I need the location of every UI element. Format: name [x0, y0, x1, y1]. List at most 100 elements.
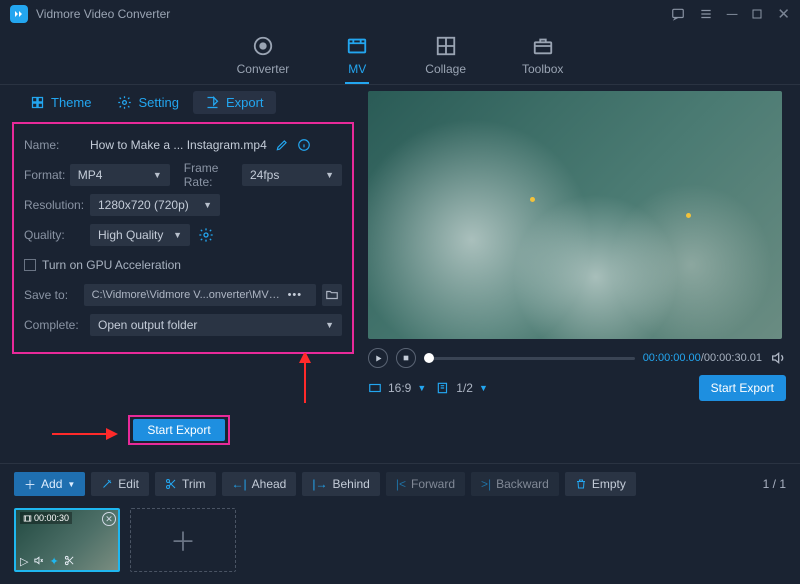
- minimize-icon[interactable]: ─: [727, 6, 738, 23]
- gpu-label: Turn on GPU Acceleration: [42, 258, 181, 272]
- plus-icon: ＋: [24, 476, 36, 493]
- annotation-arrow-icon: [295, 353, 315, 407]
- name-label: Name:: [24, 138, 90, 152]
- seek-bar[interactable]: [424, 357, 635, 360]
- tab-label: MV: [348, 62, 366, 76]
- theme-icon: [30, 95, 45, 110]
- btn-label: Edit: [118, 477, 139, 491]
- path-value: C:\Vidmore\Vidmore V...onverter\MV Expor…: [92, 289, 282, 301]
- stop-button[interactable]: [396, 348, 416, 368]
- close-icon[interactable]: ✕: [777, 5, 790, 23]
- tab-collage[interactable]: Collage: [425, 34, 466, 84]
- add-clip-button[interactable]: ＋: [130, 508, 236, 572]
- name-value: How to Make a ... Instagram.mp4: [90, 138, 267, 152]
- chevron-down-icon: ▼: [203, 200, 212, 210]
- btn-label: Empty: [592, 477, 626, 491]
- backward-button[interactable]: >| Backward: [471, 472, 559, 496]
- clip-toolbar: ＋ Add ▼ Edit Trim ←| Ahead |→ Behind |< …: [0, 463, 800, 504]
- complete-label: Complete:: [24, 318, 90, 332]
- app-title: Vidmore Video Converter: [36, 7, 671, 21]
- gear-icon: [117, 95, 132, 110]
- browse-icon[interactable]: •••: [282, 289, 309, 301]
- pencil-icon[interactable]: [275, 138, 289, 152]
- tab-mv[interactable]: MV: [345, 34, 369, 84]
- start-export-highlight: Start Export: [128, 415, 230, 445]
- toolbox-icon: [531, 34, 555, 58]
- btn-label: Backward: [496, 477, 549, 491]
- chevron-down-icon: ▼: [153, 170, 162, 180]
- subtab-label: Setting: [138, 95, 178, 110]
- marker-icon: [686, 213, 691, 218]
- menu-icon[interactable]: [699, 7, 713, 21]
- empty-button[interactable]: Empty: [565, 472, 636, 496]
- select-value: 24fps: [250, 168, 279, 182]
- quality-label: Quality:: [24, 228, 90, 242]
- select-value: MP4: [78, 168, 103, 182]
- resolution-label: Resolution:: [24, 198, 90, 212]
- forward-icon: |<: [396, 477, 406, 491]
- chevron-down-icon: ▼: [325, 170, 334, 180]
- trim-button[interactable]: Trim: [155, 472, 216, 496]
- clip-thumbnail[interactable]: 00:00:30 ✕ ▷ ✦: [14, 508, 120, 572]
- info-icon[interactable]: [297, 138, 311, 152]
- complete-select[interactable]: Open output folder ▼: [90, 314, 342, 336]
- star-icon[interactable]: ✦: [49, 555, 58, 568]
- open-folder-button[interactable]: [322, 284, 342, 306]
- behind-icon: |→: [312, 477, 327, 491]
- chevron-down-icon: ▼: [479, 383, 488, 393]
- plus-icon: ＋: [170, 522, 196, 559]
- maximize-icon[interactable]: [751, 8, 763, 20]
- collage-icon: [434, 34, 458, 58]
- volume-icon[interactable]: [770, 350, 786, 366]
- saveto-path[interactable]: C:\Vidmore\Vidmore V...onverter\MV Expor…: [84, 284, 317, 306]
- tab-label: Collage: [425, 62, 466, 76]
- scissors-icon: [165, 478, 177, 490]
- mute-icon[interactable]: [33, 555, 44, 568]
- export-icon: [205, 95, 220, 110]
- btn-label: Add: [41, 477, 62, 491]
- tab-toolbox[interactable]: Toolbox: [522, 34, 563, 84]
- chevron-down-icon: ▼: [173, 230, 182, 240]
- aspect-select[interactable]: 16:9 ▼: [368, 381, 426, 395]
- behind-button[interactable]: |→ Behind: [302, 472, 380, 496]
- video-preview[interactable]: [368, 91, 782, 339]
- gpu-checkbox[interactable]: Turn on GPU Acceleration: [24, 252, 342, 278]
- play-button[interactable]: [368, 348, 388, 368]
- remove-clip-button[interactable]: ✕: [102, 512, 116, 526]
- format-select[interactable]: MP4 ▼: [70, 164, 170, 186]
- gear-icon[interactable]: [198, 227, 214, 243]
- format-label: Format:: [24, 168, 70, 182]
- scissors-icon[interactable]: [64, 555, 75, 568]
- resolution-select[interactable]: 1280x720 (720p) ▼: [90, 194, 220, 216]
- btn-label: Ahead: [252, 477, 287, 491]
- saveto-label: Save to:: [24, 288, 84, 302]
- chevron-down-icon: ▼: [67, 480, 75, 489]
- subtab-label: Export: [226, 95, 264, 110]
- btn-label: Forward: [411, 477, 455, 491]
- forward-button[interactable]: |< Forward: [386, 472, 465, 496]
- seek-knob[interactable]: [424, 353, 434, 363]
- subtab-theme[interactable]: Theme: [18, 91, 103, 114]
- ahead-button[interactable]: ←| Ahead: [222, 472, 297, 496]
- export-panel: Name: How to Make a ... Instagram.mp4 Fo…: [12, 122, 354, 354]
- select-value: High Quality: [98, 228, 163, 242]
- start-export-button[interactable]: Start Export: [133, 419, 225, 441]
- subtab-setting[interactable]: Setting: [105, 91, 190, 114]
- page-select[interactable]: 1/2 ▼: [436, 381, 488, 395]
- add-button[interactable]: ＋ Add ▼: [14, 472, 85, 496]
- start-export-button[interactable]: Start Export: [699, 375, 786, 401]
- tab-converter[interactable]: Converter: [237, 34, 290, 84]
- chevron-down-icon: ▼: [417, 383, 426, 393]
- feedback-icon[interactable]: [671, 7, 685, 21]
- edit-button[interactable]: Edit: [91, 472, 149, 496]
- clip-duration: 00:00:30: [20, 512, 72, 524]
- backward-icon: >|: [481, 477, 491, 491]
- quality-select[interactable]: High Quality ▼: [90, 224, 190, 246]
- pager: 1 / 1: [763, 477, 786, 491]
- main-tabs: Converter MV Collage Toolbox: [0, 28, 800, 84]
- btn-label: Trim: [182, 477, 206, 491]
- framerate-select[interactable]: 24fps ▼: [242, 164, 342, 186]
- subtab-export[interactable]: Export: [193, 91, 276, 114]
- marker-icon: [530, 197, 535, 202]
- play-icon[interactable]: ▷: [20, 555, 28, 568]
